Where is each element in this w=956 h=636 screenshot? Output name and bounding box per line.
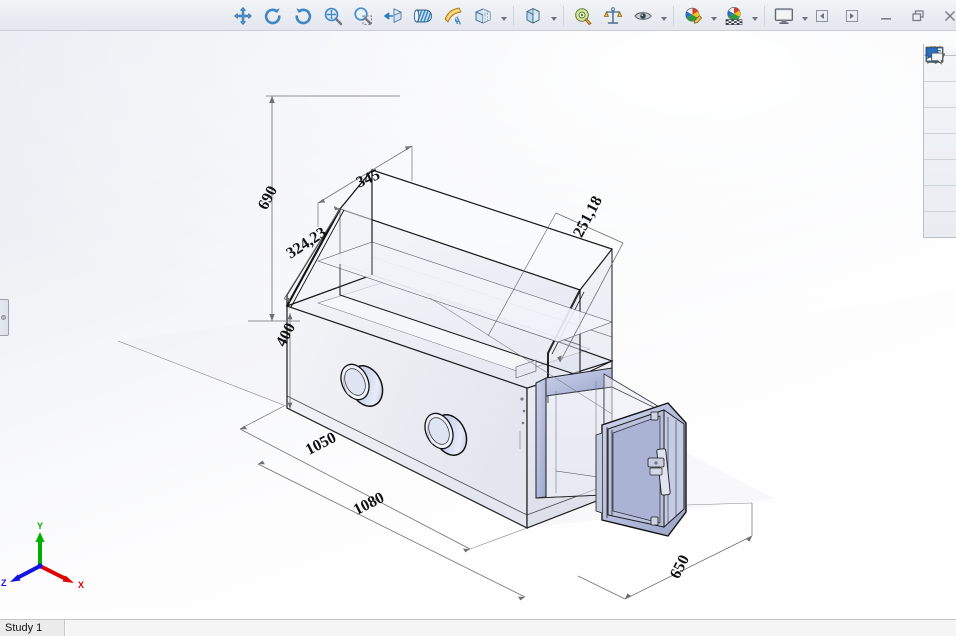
task-pane-rail	[923, 44, 956, 238]
dim-1050[interactable]: 1050	[303, 429, 339, 459]
viewport-icon[interactable]	[770, 2, 798, 30]
solidworks-window: 690 345 324,23 400 251,18 1050 1080 650 …	[0, 0, 956, 636]
dim-1080[interactable]: 1080	[351, 489, 387, 519]
view-palette-icon[interactable]	[924, 46, 956, 160]
coordinate-triad: Y X Z	[1, 521, 84, 590]
minimize-button[interactable]	[874, 4, 898, 28]
zebra-stripes-icon[interactable]	[439, 2, 467, 30]
rotate-view-ccw-icon[interactable]	[289, 2, 317, 30]
toolbar-separator	[563, 5, 564, 26]
solidworks-forum-icon[interactable]	[924, 47, 956, 237]
close-button[interactable]	[938, 4, 956, 28]
appearances-scenes-icon[interactable]	[924, 46, 956, 186]
edit-appearance-icon[interactable]	[679, 2, 707, 30]
featuremanager-flyout-tab[interactable]	[0, 299, 9, 336]
section-view-icon[interactable]	[379, 2, 407, 30]
status-study-cell[interactable]: Study 1	[0, 620, 65, 636]
viewport-dropdown[interactable]	[799, 3, 810, 29]
measure-icon[interactable]	[569, 2, 597, 30]
triad-z-label: Z	[1, 578, 7, 588]
document-window-controls	[810, 0, 956, 31]
previous-window-button[interactable]	[810, 4, 834, 28]
move-rotate-icon[interactable]	[229, 2, 257, 30]
file-explorer-icon[interactable]	[924, 49, 956, 134]
toolbar-separator	[764, 5, 765, 26]
status-bar-empty-area	[65, 620, 956, 636]
view-orientation-icon[interactable]	[519, 2, 547, 30]
apply-scene-dropdown[interactable]	[749, 3, 760, 29]
antechamber-door	[595, 402, 687, 537]
custom-properties-icon[interactable]	[924, 47, 956, 212]
toolbar-separator	[513, 5, 514, 26]
toolbar-left-group	[228, 0, 810, 31]
view-heads-up-toolbar	[0, 0, 956, 31]
edit-appearance-dropdown[interactable]	[708, 3, 719, 29]
restore-button[interactable]	[906, 4, 930, 28]
flyout-grip-icon	[1, 315, 6, 320]
triad-y-label: Y	[37, 521, 43, 531]
hide-show-items-icon[interactable]	[629, 2, 657, 30]
dim-650[interactable]: 650	[667, 552, 693, 581]
draft-analysis-icon[interactable]	[409, 2, 437, 30]
status-bar: Study 1	[0, 619, 956, 636]
zoom-to-fit-icon[interactable]	[319, 2, 347, 30]
apply-scene-icon[interactable]	[720, 2, 748, 30]
display-style-dropdown[interactable]	[498, 3, 509, 29]
graphics-viewport[interactable]: 690 345 324,23 400 251,18 1050 1080 650 …	[0, 31, 956, 609]
zoom-to-area-icon[interactable]	[349, 2, 377, 30]
view-orientation-dropdown[interactable]	[548, 3, 559, 29]
design-library-icon[interactable]	[924, 45, 956, 108]
hide-show-items-dropdown[interactable]	[658, 3, 669, 29]
triad-x-label: X	[78, 580, 84, 590]
dim-690[interactable]: 690	[255, 183, 281, 212]
mass-properties-icon[interactable]	[599, 2, 627, 30]
display-style-icon[interactable]	[469, 2, 497, 30]
cad-model-drawing: 690 345 324,23 400 251,18 1050 1080 650 …	[1, 95, 775, 601]
rotate-view-icon[interactable]	[259, 2, 287, 30]
next-window-button[interactable]	[840, 4, 864, 28]
toolbar-separator	[673, 5, 674, 26]
